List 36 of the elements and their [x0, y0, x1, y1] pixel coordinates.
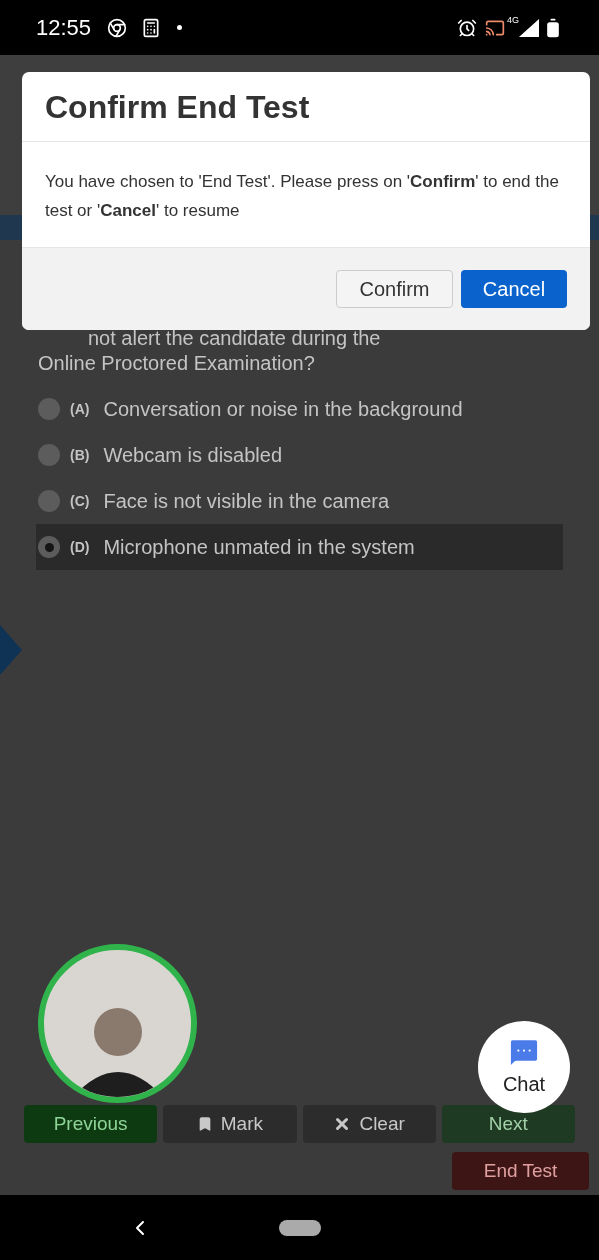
alarm-icon [457, 17, 477, 38]
dialog-message: You have chosen to 'End Test'. Please press on 'Confirm' to end the test or 'Cancel' to resume [45, 172, 559, 220]
network-type: 4G [507, 14, 519, 27]
option-letter: (A) [70, 399, 90, 419]
option-letter: (B) [70, 445, 90, 465]
nav-button[interactable]: Clear [302, 1105, 436, 1143]
answer-option[interactable]: (C) Face is not visible in the camera [36, 478, 563, 524]
option-letter: (C) [70, 491, 90, 511]
dialog-button[interactable]: Confirm [336, 270, 453, 308]
nav-button[interactable]: Next [441, 1105, 575, 1143]
option-text: Microphone unmated in the system [103, 535, 415, 560]
option-letter: (D) [70, 537, 90, 557]
status-time: 12:55 [36, 14, 92, 42]
answer-option[interactable]: (D) Microphone unmated in the system [36, 524, 563, 570]
nav-button[interactable]: Mark [163, 1105, 297, 1143]
option-text: Face is not visible in the camera [103, 489, 390, 514]
question-text: not alert the candidate during the [87, 326, 382, 351]
option-text: Webcam is disabled [103, 443, 283, 468]
home-pill-icon[interactable] [278, 1219, 321, 1236]
side-tab-triangle-icon [0, 625, 22, 675]
answer-option[interactable]: (A) Conversation or noise in the background [36, 386, 563, 432]
dialog-button[interactable]: Cancel [461, 270, 567, 308]
question-text: Online Proctored Examination? [38, 351, 316, 376]
dialog-title: Confirm End Test [45, 87, 310, 127]
option-text: Conversation or noise in the background [103, 397, 463, 422]
chat-button[interactable]: Chat [478, 1021, 570, 1113]
end-test-button[interactable]: End Test [452, 1152, 589, 1190]
radio-button[interactable] [38, 536, 60, 558]
radio-button[interactable] [38, 490, 60, 512]
radio-button[interactable] [38, 444, 60, 466]
browser-icon [107, 17, 128, 38]
answer-option[interactable]: (B) Webcam is disabled [36, 432, 563, 478]
signal-icon [519, 18, 539, 37]
calculator-icon [141, 17, 162, 38]
radio-button[interactable] [38, 398, 60, 420]
nav-button[interactable]: Previous [24, 1105, 158, 1143]
